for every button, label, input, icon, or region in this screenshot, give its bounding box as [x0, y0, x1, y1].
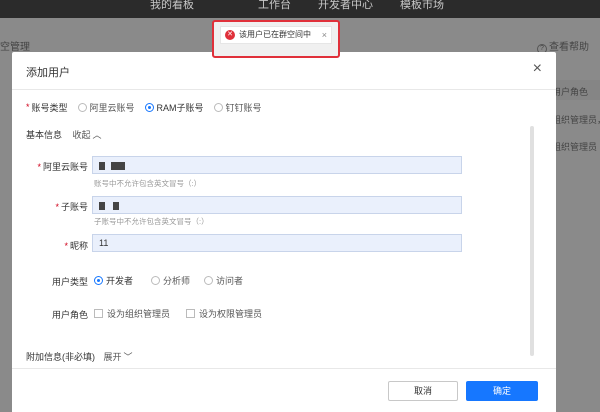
radio-label: RAM子账号 [156, 102, 204, 113]
dialog-footer: 取消 确定 [12, 368, 556, 412]
sub-account-label: * 子账号 [55, 202, 88, 212]
radio-label: 阿里云账号 [89, 102, 135, 113]
aliyun-account-label: * 阿里云账号 [37, 162, 88, 172]
aliyun-account-hint: 账号中不允许包含英文冒号（:） [94, 179, 202, 188]
cancel-button[interactable]: 取消 [388, 381, 458, 401]
section-title: 基本信息 [26, 130, 63, 140]
toast-message: 该用户已在群空间中 [239, 30, 311, 39]
error-toast-highlight: ✕ 该用户已在群空间中 × [212, 20, 340, 58]
radio-developer[interactable]: 开发者 [94, 274, 133, 287]
user-type-group: 开发者 分析师 访问者 [94, 274, 253, 287]
radio-ram-sub-account[interactable]: RAM子账号 [144, 101, 204, 114]
nav-item-workbench[interactable]: 工作台 [258, 0, 291, 11]
radio-icon [151, 276, 161, 285]
radio-aliyun-account[interactable]: 阿里云账号 [77, 101, 135, 114]
radio-icon [204, 276, 214, 285]
checkbox-org-admin[interactable]: 设为组织管理员 [94, 307, 170, 320]
expand-label: 展开 [103, 352, 122, 362]
radio-selected-icon [144, 102, 154, 112]
radio-label: 分析师 [163, 276, 191, 286]
sub-account-input[interactable] [92, 196, 462, 214]
account-type-row: * 账号类型 阿里云账号 RAM子账号 钉钉账号 [26, 100, 272, 114]
masked-text [99, 161, 105, 170]
toast-close-icon[interactable]: × [322, 27, 327, 43]
nickname-label: * 昵称 [64, 241, 88, 251]
masked-text [111, 161, 125, 170]
error-circle-icon: ✕ [225, 30, 235, 40]
nav-item-developer-center[interactable]: 开发者中心 [318, 0, 373, 11]
user-type-label: 用户类型 [51, 277, 88, 287]
collapse-label: 收起 [72, 130, 91, 140]
masked-text [113, 201, 119, 210]
radio-icon [213, 102, 223, 112]
user-role-label: 用户角色 [51, 310, 88, 320]
sub-account-hint: 子账号中不允许包含英文冒号（:） [94, 217, 209, 226]
top-nav-bar: 我的看板 工作台 开发者中心 模板市场 [0, 0, 600, 18]
account-type-label: 账号类型 [31, 102, 68, 113]
checkbox-icon [186, 309, 196, 318]
table-cell-role: 组织管理员， [552, 115, 600, 125]
section-title: 附加信息(非必填) [26, 352, 95, 362]
user-role-group: 设为组织管理员 设为权限管理员 [94, 307, 272, 320]
nav-item-dashboard[interactable]: 我的看板 [150, 0, 194, 11]
radio-label: 开发者 [106, 276, 134, 286]
expand-toggle[interactable]: 展开 ﹀ [104, 352, 133, 362]
checkbox-permission-admin[interactable]: 设为权限管理员 [186, 307, 262, 320]
checkbox-label: 设为权限管理员 [199, 309, 263, 319]
radio-analyst[interactable]: 分析师 [151, 274, 190, 287]
close-icon[interactable]: × [533, 60, 542, 78]
dialog-scrollbar[interactable] [530, 126, 534, 356]
nav-item-template-market[interactable]: 模板市场 [400, 0, 444, 11]
required-mark: * [26, 102, 30, 112]
chevron-down-icon: ﹀ [123, 352, 133, 362]
page-title: 空管理 [0, 42, 30, 53]
radio-dingtalk-account[interactable]: 钉钉账号 [213, 101, 262, 114]
collapse-toggle[interactable]: 收起 ︿ [73, 130, 102, 140]
checkbox-label: 设为组织管理员 [107, 309, 171, 319]
extra-info-section: 附加信息(非必填) 展开 ﹀ [26, 350, 133, 363]
nickname-input[interactable]: 11 [92, 234, 462, 252]
masked-text [99, 201, 105, 210]
error-toast: ✕ 该用户已在群空间中 × [220, 26, 332, 44]
confirm-button[interactable]: 确定 [466, 381, 538, 401]
table-cell-role: 组织管理员 [552, 142, 598, 152]
basic-info-section: 基本信息 收起 ︿ [26, 128, 102, 141]
aliyun-account-input[interactable] [92, 156, 462, 174]
add-user-dialog: 添加用户 × * 账号类型 阿里云账号 RAM子账号 钉钉账号 基本信息 收起 ︿… [12, 52, 556, 412]
dialog-title: 添加用户 [26, 67, 70, 79]
checkbox-icon [94, 309, 103, 318]
radio-label: 访问者 [216, 276, 244, 286]
table-column-header: 用户角色 [552, 87, 589, 97]
radio-visitor[interactable]: 访问者 [204, 274, 243, 287]
chevron-up-icon: ︿ [92, 130, 102, 140]
radio-selected-icon [94, 276, 103, 285]
radio-icon [77, 102, 87, 112]
radio-label: 钉钉账号 [225, 102, 262, 113]
